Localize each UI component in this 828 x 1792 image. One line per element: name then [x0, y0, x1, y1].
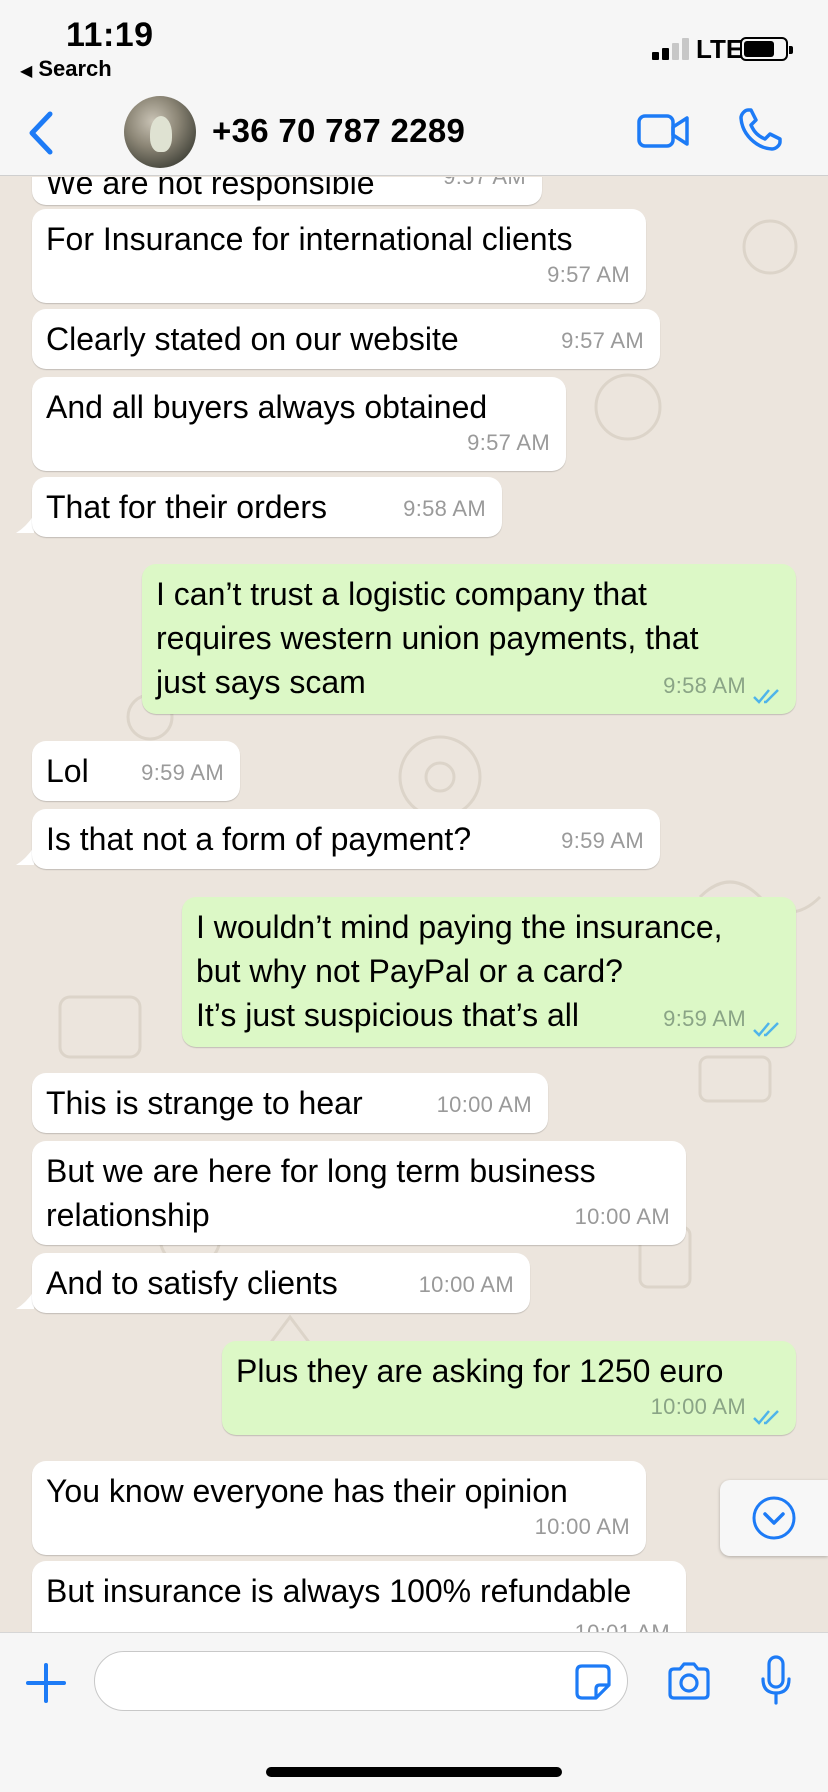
composer-bar — [0, 1632, 828, 1792]
message-text: For Insurance for international clients — [46, 221, 573, 257]
message-bubble-outgoing[interactable]: I can’t trust a logistic company that re… — [142, 564, 796, 714]
message-bubble-incoming[interactable]: For Insurance for international clients … — [32, 209, 646, 303]
message-time: 10:00 AM — [574, 1204, 670, 1229]
message-time: 9:57 AM — [443, 177, 526, 199]
battery-icon — [740, 37, 793, 61]
message-bubble-incoming[interactable]: But we are here for long term business r… — [32, 1141, 686, 1245]
message-bubble-incoming[interactable]: Clearly stated on our website 9:57 AM — [32, 309, 660, 369]
bubble-tail — [16, 1291, 34, 1309]
message-bubble-incoming[interactable]: And all buyers always obtained 9:57 AM — [32, 377, 566, 471]
message-time: 9:57 AM — [561, 328, 644, 353]
phone-call-icon[interactable] — [736, 106, 784, 154]
message-time: 9:59 AM — [561, 828, 644, 853]
back-triangle-icon: ◀ — [20, 63, 33, 80]
message-bubble-incoming[interactable]: And to satisfy clients 10:00 AM — [32, 1253, 530, 1313]
signal-strength-icon — [652, 38, 692, 60]
message-time: 9:57 AM — [547, 262, 630, 287]
message-bubble-outgoing[interactable]: Plus they are asking for 1250 euro 10:00… — [222, 1341, 796, 1435]
back-to-search-label: Search — [38, 56, 112, 81]
message-time: 10:00 AM — [418, 1272, 514, 1297]
message-bubble-outgoing[interactable]: I wouldn’t mind paying the insurance, bu… — [182, 897, 796, 1047]
message-bubble-incoming[interactable]: Lol 9:59 AM — [32, 741, 240, 801]
network-type: LTE — [696, 34, 744, 64]
message-bubble-incoming[interactable]: This is strange to hear 10:00 AM — [32, 1073, 548, 1133]
read-receipt-icon — [753, 1022, 779, 1037]
sticker-icon[interactable] — [574, 1663, 612, 1701]
read-receipt-icon — [753, 689, 779, 704]
contact-avatar[interactable] — [124, 96, 196, 168]
message-bubble-incoming[interactable]: That for their orders 9:58 AM — [32, 477, 502, 537]
message-list[interactable]: We are not responsible 9:57 AM For Insur… — [0, 177, 828, 1632]
scroll-to-bottom-button[interactable] — [720, 1480, 828, 1556]
message-text: Is that not a form of payment? — [46, 821, 472, 857]
bubble-tail — [16, 515, 34, 533]
message-bubble-incoming[interactable]: You know everyone has their opinion 10:0… — [32, 1461, 646, 1555]
message-time: 9:59 AM — [141, 760, 224, 785]
status-bar: 11:19 ◀ Search LTE — [0, 0, 828, 88]
message-time: 9:59 AM — [663, 1006, 746, 1031]
plus-icon[interactable] — [26, 1663, 66, 1703]
message-time: 10:01 AM — [575, 1611, 670, 1632]
message-time: 9:58 AM — [663, 673, 746, 698]
chevron-down-icon — [752, 1496, 796, 1540]
message-text: Clearly stated on our website — [46, 321, 459, 357]
contact-name[interactable]: +36 70 787 2289 — [212, 112, 465, 150]
back-chevron-icon[interactable] — [22, 108, 62, 158]
message-time: 10:00 AM — [436, 1092, 532, 1117]
message-bubble-incoming[interactable]: We are not responsible 9:57 AM — [32, 177, 542, 205]
message-text: But insurance is always 100% refundable — [46, 1573, 632, 1609]
status-time: 11:19 — [66, 16, 154, 54]
message-time: 10:00 AM — [650, 1394, 746, 1419]
message-time: 9:58 AM — [403, 496, 486, 521]
microphone-icon[interactable] — [760, 1655, 792, 1707]
chat-header: +36 70 787 2289 — [0, 88, 828, 176]
message-input[interactable] — [94, 1651, 628, 1711]
message-time: 9:57 AM — [467, 430, 550, 455]
bubble-tail — [16, 847, 34, 865]
home-indicator — [266, 1767, 562, 1777]
message-bubble-incoming[interactable]: But insurance is always 100% refundable … — [32, 1561, 686, 1632]
read-receipt-icon — [753, 1410, 779, 1425]
message-time: 10:00 AM — [534, 1514, 630, 1539]
video-call-icon[interactable] — [636, 110, 690, 152]
back-to-search-link[interactable]: ◀ Search — [20, 56, 112, 82]
camera-icon[interactable] — [666, 1661, 712, 1701]
message-bubble-incoming[interactable]: Is that not a form of payment? 9:59 AM — [32, 809, 660, 869]
